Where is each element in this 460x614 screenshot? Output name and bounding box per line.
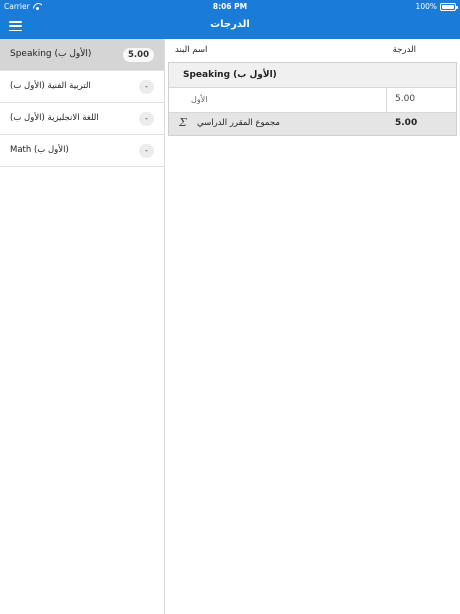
item-name-cell: الأول	[169, 88, 387, 112]
column-grade-header: الدرجة	[392, 45, 416, 55]
total-label: مجموع المقرر الدراسي	[197, 118, 280, 128]
page-title: الدرجات	[210, 19, 250, 30]
grade-badge: -	[139, 80, 154, 94]
table-row[interactable]: الأول 5.00	[169, 88, 456, 113]
course-item-art[interactable]: (التربية الفنية (الأول ب -	[0, 71, 164, 103]
status-bar: Carrier 8:06 PM 100%	[0, 0, 460, 14]
grade-badge: -	[139, 112, 154, 126]
course-list: Speaking (الأول ب) 5.00 (التربية الفنية …	[0, 39, 165, 614]
nav-bar: الدرجات	[0, 14, 460, 39]
course-item-math[interactable]: Math (الأول ب) -	[0, 135, 164, 167]
course-item-speaking[interactable]: Speaking (الأول ب) 5.00	[0, 39, 164, 71]
sigma-icon: Σ	[179, 116, 187, 129]
column-header: اسم البند الدرجة	[165, 39, 460, 61]
grade-badge: 5.00	[123, 48, 154, 62]
grade-badge: -	[139, 144, 154, 158]
status-time: 8:06 PM	[212, 2, 248, 11]
course-label: Math (الأول ب)	[10, 145, 69, 155]
battery-percent: 100%	[415, 2, 437, 11]
column-name-header: اسم البند	[175, 45, 208, 55]
group-label: Speaking (الأول ب)	[183, 70, 277, 80]
item-name: الأول	[191, 95, 208, 104]
grades-table: Speaking (الأول ب) الأول 5.00 Σ مجموع ال…	[168, 62, 457, 136]
battery-icon	[440, 2, 458, 11]
grades-panel: اسم البند الدرجة Speaking (الأول ب) الأو…	[165, 39, 460, 614]
item-grade: 5.00	[395, 94, 416, 104]
total-grade: 5.00	[395, 118, 418, 128]
battery-info: 100%	[415, 2, 458, 11]
group-header-row: Speaking (الأول ب)	[169, 63, 456, 88]
course-label: (اللغة الانجليزية (الأول ب	[10, 113, 99, 123]
course-label: Speaking (الأول ب)	[10, 49, 92, 59]
course-item-english[interactable]: (اللغة الانجليزية (الأول ب -	[0, 103, 164, 135]
total-row: Σ مجموع المقرر الدراسي 5.00	[169, 113, 456, 135]
course-label: (التربية الفنية (الأول ب	[10, 81, 91, 91]
